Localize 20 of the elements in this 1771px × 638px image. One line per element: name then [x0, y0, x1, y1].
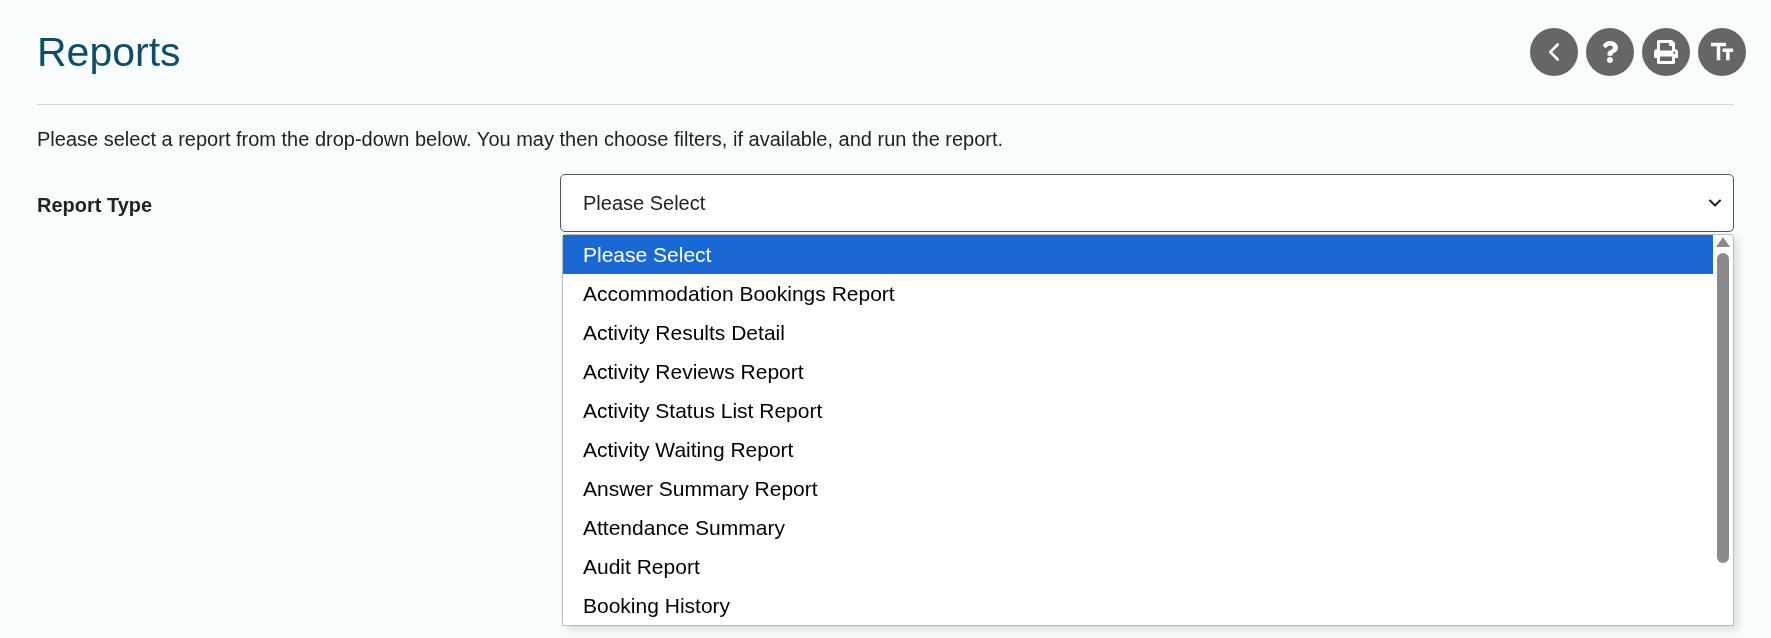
report-type-select[interactable]: Please Select: [560, 174, 1734, 232]
dropdown-option[interactable]: Attendance Summary: [563, 508, 1713, 547]
dropdown-option[interactable]: Answer Summary Report: [563, 469, 1713, 508]
dropdown-option[interactable]: Accommodation Bookings Report: [563, 274, 1713, 313]
dropdown-option[interactable]: Audit Report: [563, 547, 1713, 586]
dropdown-option[interactable]: Booking History: [563, 586, 1713, 625]
help-button[interactable]: [1586, 28, 1634, 76]
dropdown-option[interactable]: Activity Status List Report: [563, 391, 1713, 430]
dropdown-option[interactable]: Please Select: [563, 235, 1713, 274]
back-button[interactable]: [1530, 28, 1578, 76]
field-label: Report Type: [37, 194, 153, 216]
dropdown-option[interactable]: Activity Waiting Report: [563, 430, 1713, 469]
page-title: Reports: [37, 28, 181, 77]
scroll-up-arrow-icon: [1716, 237, 1730, 247]
dropdown-option[interactable]: Activity Results Detail: [563, 313, 1713, 352]
text-size-button[interactable]: [1698, 28, 1746, 76]
printer-icon: [1654, 40, 1678, 64]
print-button[interactable]: [1642, 28, 1690, 76]
dropdown-option[interactable]: Activity Reviews Report: [563, 352, 1713, 391]
intro-text: Please select a report from the drop-down below. You may then choose filters, if available, and run the report.: [37, 127, 1005, 152]
